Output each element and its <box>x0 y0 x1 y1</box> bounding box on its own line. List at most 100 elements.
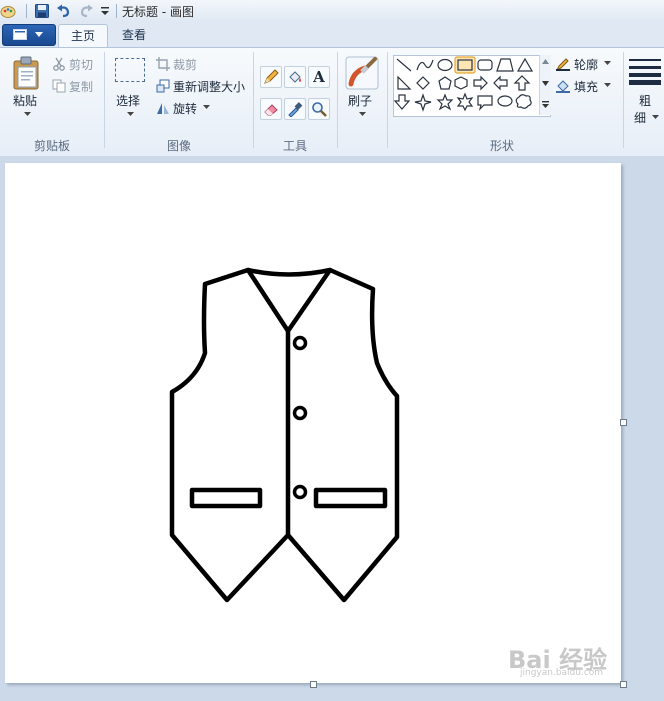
fill-bucket-icon <box>556 80 570 93</box>
vest-button-bottom <box>292 484 308 500</box>
size-label-thick: 粗 <box>639 94 652 108</box>
vest-left-panel <box>169 267 291 603</box>
five-point-star-shape-icon <box>436 93 454 111</box>
brushes-label: 刷子 <box>348 94 373 108</box>
outline-label: 轮廓 <box>574 58 599 72</box>
paste-icon <box>13 56 39 90</box>
pencil-tool[interactable] <box>260 66 282 88</box>
select-icon <box>115 58 145 82</box>
down-arrow-shape-icon <box>394 94 411 110</box>
select-label: 选择 <box>116 94 141 108</box>
file-menu-button[interactable] <box>2 24 56 46</box>
paste-button[interactable]: 粘贴 <box>8 54 46 126</box>
pencil-icon <box>264 69 279 84</box>
copy-label: 复制 <box>69 80 94 94</box>
paste-label: 粘贴 <box>13 94 38 108</box>
vest-button-middle <box>292 405 308 421</box>
select-button[interactable]: 选择 <box>110 54 148 126</box>
vest-left-pocket <box>189 487 263 509</box>
qat-separator <box>26 4 27 18</box>
cut-label: 剪切 <box>69 58 94 72</box>
brush-icon <box>345 56 379 90</box>
shapes-scroll[interactable] <box>539 55 551 115</box>
resize-label: 重新调整大小 <box>173 80 246 94</box>
tools-group-label: 工具 <box>283 139 308 153</box>
redo-icon[interactable] <box>78 3 94 19</box>
customize-qat-icon[interactable] <box>98 3 114 19</box>
group-separator <box>387 52 388 148</box>
magnifier-tool[interactable] <box>308 98 330 120</box>
size-button[interactable]: 粗 细 <box>628 54 662 126</box>
resize-icon <box>156 79 170 93</box>
crop-button[interactable]: 裁剪 <box>156 56 204 72</box>
resize-button[interactable]: 重新调整大小 <box>156 78 248 94</box>
hexagon-shape-icon <box>454 76 468 90</box>
rounded-callout-shape-icon <box>477 95 493 111</box>
right-triangle-shape-icon <box>397 75 412 90</box>
up-arrow-shape-icon <box>513 75 531 91</box>
tab-view[interactable]: 查看 <box>110 24 158 48</box>
rounded-rectangle-shape-icon <box>477 59 493 71</box>
fill-button[interactable]: 填充 <box>556 78 618 94</box>
vest-button-top <box>292 335 308 351</box>
rotate-dropdown-icon <box>203 105 210 109</box>
oval-callout-shape-icon <box>497 95 513 107</box>
eraser-tool[interactable] <box>260 98 282 120</box>
chevron-down-icon <box>35 32 43 37</box>
paint-app-icon[interactable] <box>0 3 16 19</box>
text-icon: A <box>313 68 325 86</box>
brushes-dropdown-icon <box>359 112 366 116</box>
text-tool[interactable]: A <box>308 66 330 88</box>
color-picker-tool[interactable] <box>284 98 306 120</box>
color-picker-icon <box>288 102 303 117</box>
cut-button[interactable]: 剪切 <box>52 56 100 72</box>
polygon-shape-icon <box>496 58 514 72</box>
tab-home[interactable]: 主页 <box>58 24 109 49</box>
outline-icon <box>556 58 570 71</box>
title-separator <box>116 4 117 18</box>
file-menu-icon <box>13 29 27 40</box>
baidu-watermark-url: jingyan.baidu.com <box>520 668 604 678</box>
image-group-label: 图像 <box>167 139 192 153</box>
select-dropdown-icon <box>127 112 134 116</box>
crop-label: 裁剪 <box>173 58 198 72</box>
shapes-gallery <box>393 55 551 117</box>
pentagon-shape-icon <box>438 76 452 90</box>
line-shape-icon <box>396 58 412 72</box>
shapes-gallery-icons <box>394 56 534 112</box>
canvas-resize-handle-right[interactable] <box>620 419 627 426</box>
window-title: 无标题 - 画图 <box>122 5 194 19</box>
group-separator <box>253 52 254 148</box>
size-label-thin: 细 <box>634 111 647 125</box>
copy-button[interactable]: 复制 <box>52 78 100 94</box>
save-icon[interactable] <box>34 3 50 19</box>
rotate-icon <box>157 103 169 114</box>
scissors-icon <box>53 57 65 71</box>
line-width-icon <box>629 59 661 85</box>
rotate-button[interactable]: 旋转 <box>156 100 212 116</box>
vest-right-panel <box>285 267 400 603</box>
fill-icon <box>289 71 301 83</box>
paste-dropdown-icon <box>24 112 31 116</box>
fill-tool[interactable] <box>284 66 306 88</box>
gallery-more-icon[interactable] <box>542 101 549 108</box>
group-separator <box>623 52 624 148</box>
vest-drawing <box>169 267 400 603</box>
cloud-callout-shape-icon <box>515 94 532 109</box>
copy-icon <box>52 79 66 93</box>
drawing-canvas[interactable] <box>5 163 621 683</box>
scroll-up-icon[interactable] <box>542 59 549 64</box>
triangle-shape-icon <box>516 57 534 72</box>
canvas-resize-handle-bottom[interactable] <box>310 681 317 688</box>
four-point-star-shape-icon <box>414 93 432 112</box>
magnifier-icon <box>312 102 327 117</box>
crop-icon <box>156 57 170 71</box>
vest-right-pocket <box>313 487 388 509</box>
outline-button[interactable]: 轮廓 <box>556 56 618 72</box>
scroll-down-icon[interactable] <box>542 81 549 86</box>
canvas-resize-handle-corner[interactable] <box>620 681 627 688</box>
brushes-button[interactable]: 刷子 <box>342 54 382 126</box>
undo-icon[interactable] <box>56 3 72 19</box>
size-dropdown-icon <box>652 115 659 119</box>
left-arrow-shape-icon <box>493 75 508 91</box>
